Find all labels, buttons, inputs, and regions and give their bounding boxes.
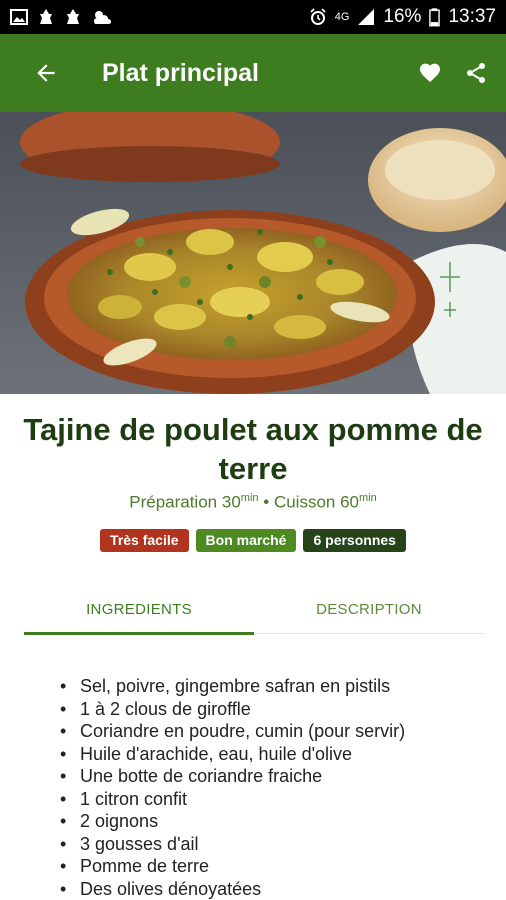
heart-icon — [420, 63, 440, 82]
system-status: 4G 16% 13:37 — [309, 6, 496, 28]
recipe-timing: Préparation 30min • Cuisson 60min — [0, 492, 506, 513]
battery-icon — [429, 7, 441, 26]
cook-unit: min — [359, 492, 377, 504]
prep-value: 30 — [221, 492, 241, 512]
list-item: 3 gousses d'ail — [56, 833, 486, 856]
signal-icon — [358, 9, 375, 25]
list-item: Huile d'arachide, eau, huile d'olive — [56, 743, 486, 766]
tab-ingredients[interactable]: INGREDIENTS — [24, 584, 254, 635]
ingredients-list: Sel, poivre, gingembre safran en pistils… — [56, 675, 486, 900]
list-item: Pomme de terre — [56, 855, 486, 878]
prep-unit: min — [240, 492, 259, 504]
list-item: Sel, poivre, gingembre safran en pistils — [56, 675, 486, 698]
cost-badge: Bon marché — [195, 529, 297, 552]
prep-label: Préparation — [129, 492, 218, 512]
notification-icons — [10, 8, 113, 26]
arrow-back-icon — [37, 64, 55, 82]
favorite-button[interactable] — [416, 59, 444, 87]
tajine-illustration — [0, 112, 506, 394]
list-item: Des olives dénoyatées — [56, 878, 486, 900]
gallery-icon — [10, 9, 28, 25]
list-item: Une botte de coriandre fraiche — [56, 765, 486, 788]
app-notification-icon — [67, 9, 79, 24]
page-title: Plat principal — [102, 58, 259, 87]
cook-label: Cuisson — [273, 492, 336, 512]
recipe-tabs: INGREDIENTS DESCRIPTION — [24, 584, 484, 635]
list-item: 2 oignons — [56, 810, 486, 833]
servings-badge: 6 personnes — [303, 529, 406, 552]
status-bar: 4G 16% 13:37 — [0, 0, 506, 34]
list-item: Coriandre en poudre, cumin (pour servir) — [56, 720, 486, 743]
battery-percent: 16% — [383, 6, 422, 27]
timing-separator: • — [263, 492, 270, 512]
share-button[interactable] — [462, 59, 490, 87]
weather-icon — [94, 11, 111, 24]
share-icon — [467, 63, 485, 83]
list-item: 1 citron confit — [56, 788, 486, 811]
tab-description[interactable]: DESCRIPTION — [254, 584, 484, 634]
app-notification-icon — [40, 9, 52, 24]
list-item: 1 à 2 clous de giroffle — [56, 698, 486, 721]
app-bar-actions — [416, 59, 490, 87]
recipe-title: Tajine de poulet aux pomme de terre — [23, 412, 483, 486]
clock: 13:37 — [448, 6, 496, 27]
recipe-photo — [0, 112, 506, 394]
app-bar: Plat principal — [0, 34, 506, 112]
alarm-icon — [310, 8, 326, 25]
recipe-badges: Très facile Bon marché 6 personnes — [0, 529, 506, 552]
cook-value: 60 — [340, 492, 360, 512]
difficulty-badge: Très facile — [100, 529, 189, 552]
back-button[interactable] — [30, 57, 62, 89]
network-type: 4G — [334, 11, 350, 23]
